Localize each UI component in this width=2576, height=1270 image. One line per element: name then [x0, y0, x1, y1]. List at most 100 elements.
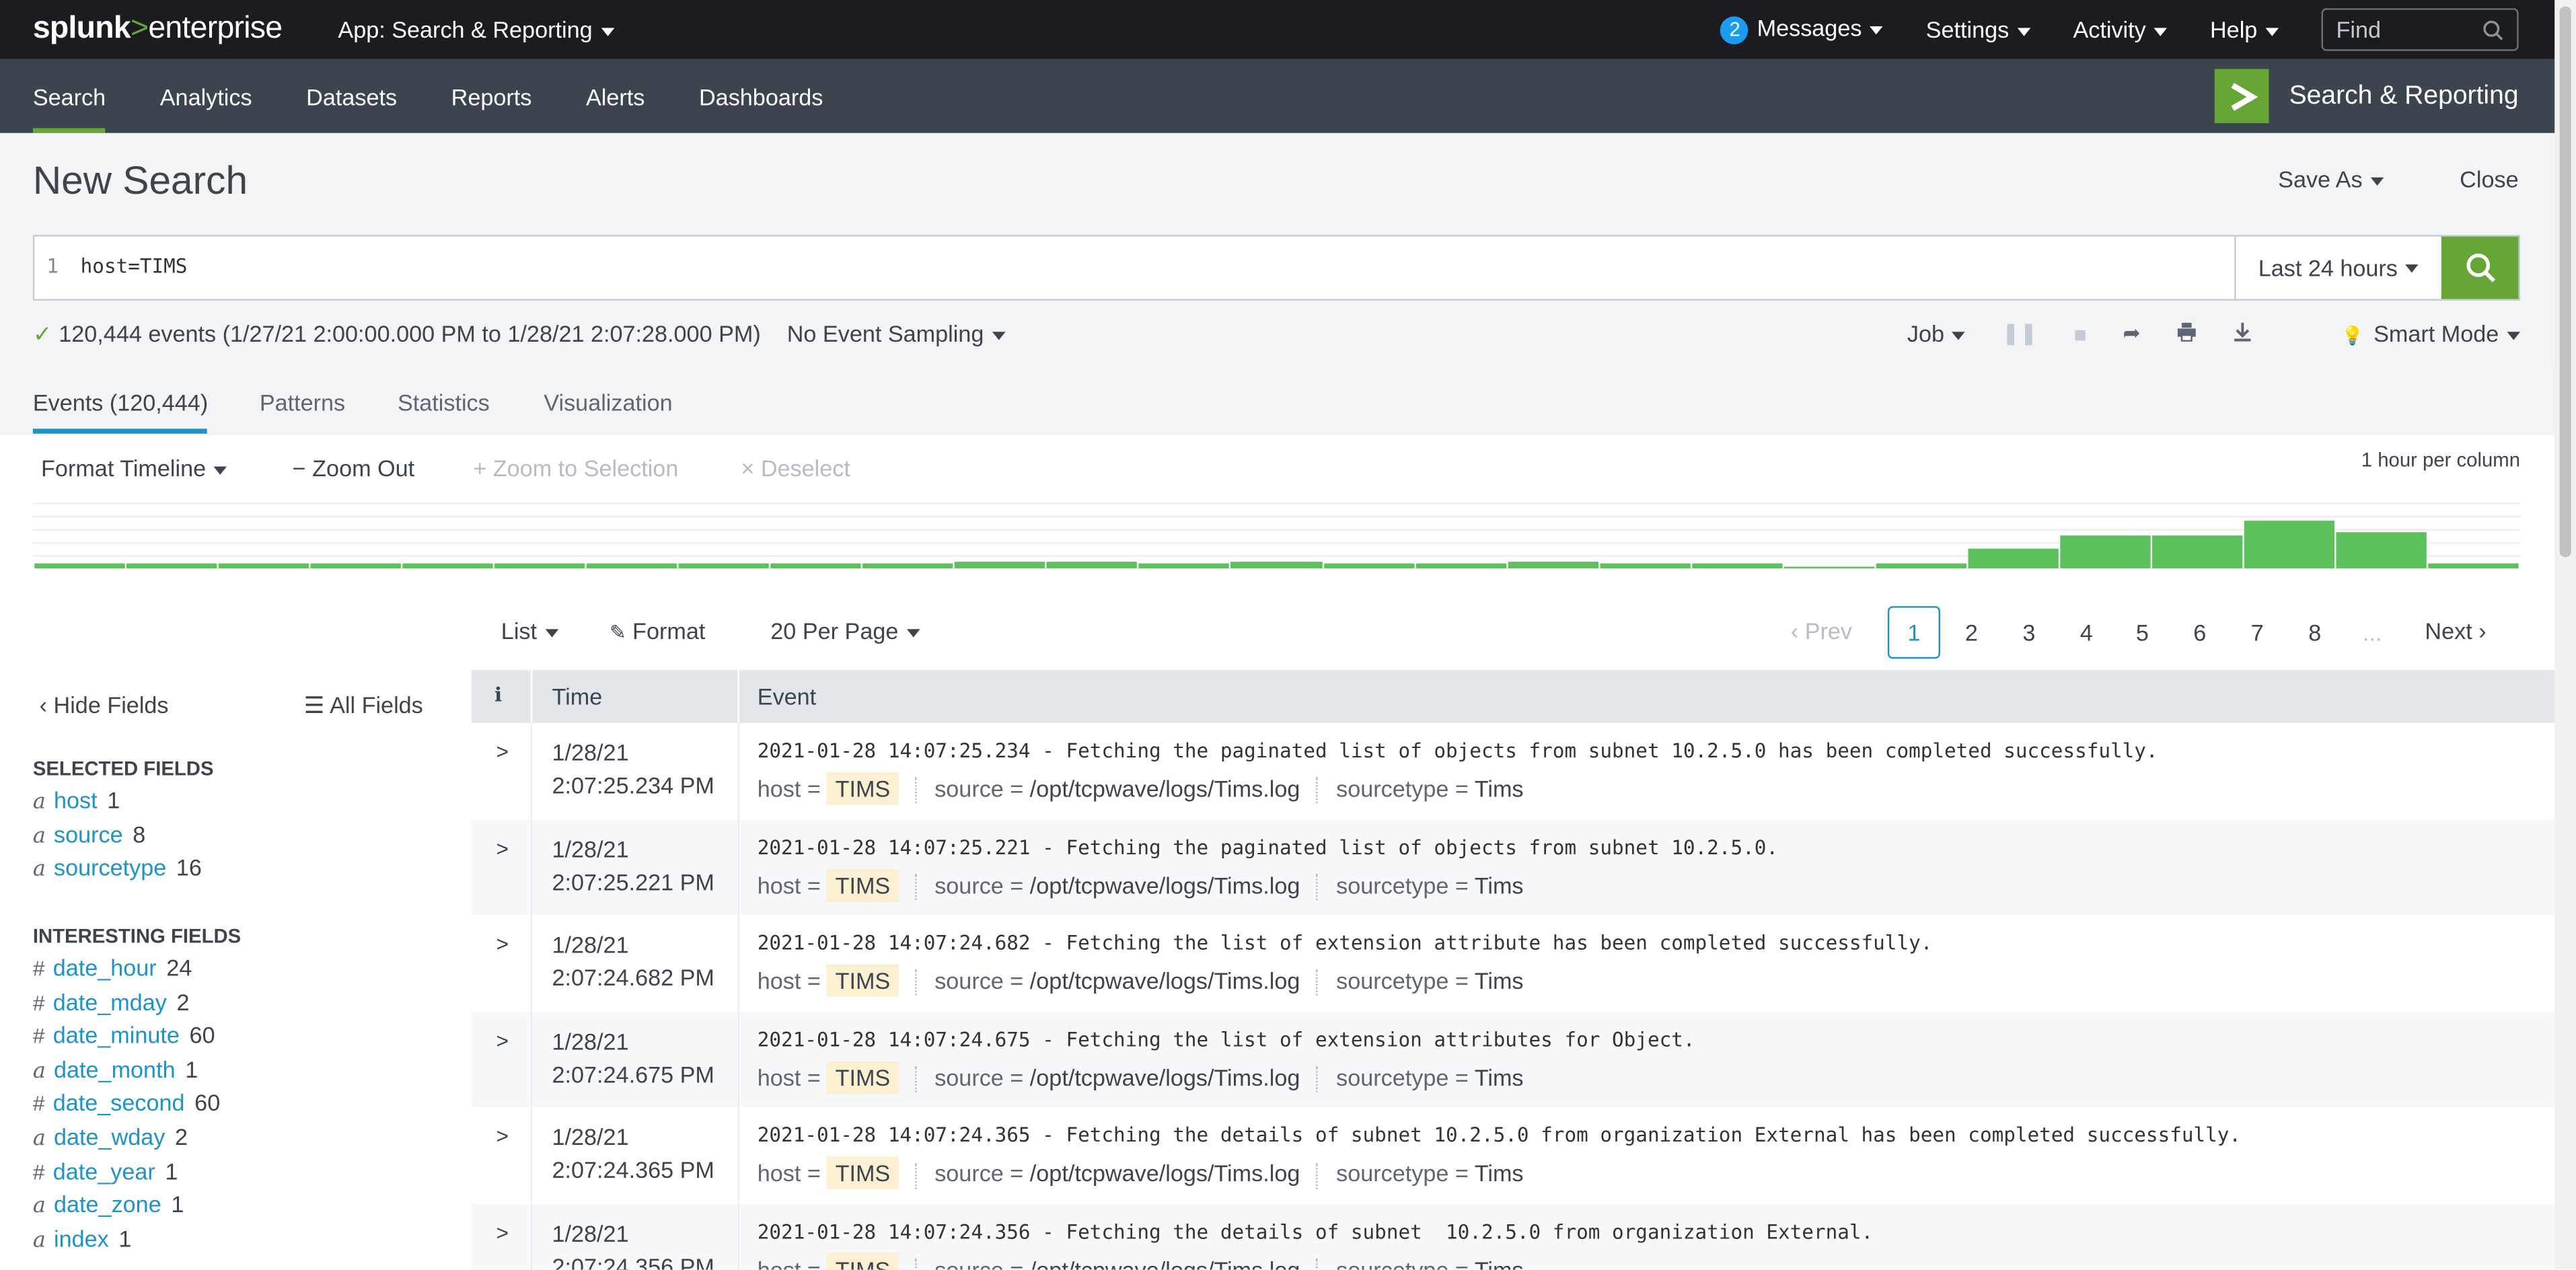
page-4[interactable]: 4 — [2060, 606, 2112, 659]
format-timeline-menu[interactable]: Format Timeline — [41, 455, 227, 482]
list-view-menu[interactable]: List — [501, 618, 558, 644]
tab-datasets[interactable]: Datasets — [306, 59, 397, 133]
timeline-bar[interactable] — [1323, 564, 1414, 568]
timeline-bar[interactable] — [1507, 562, 1598, 568]
app-menu[interactable]: App: Search & Reporting — [338, 16, 614, 42]
page-6[interactable]: 6 — [2174, 606, 2226, 659]
share-icon[interactable]: ➦ — [2123, 320, 2141, 346]
event-raw-text[interactable]: 2021-01-28 14:07:24.365 - Fetching the d… — [758, 1124, 2241, 1147]
host-value[interactable]: TIMS — [827, 964, 899, 998]
host-value[interactable]: TIMS — [827, 1157, 899, 1190]
activity-menu[interactable]: Activity — [2073, 16, 2168, 42]
tab-reports[interactable]: Reports — [451, 59, 532, 133]
source-value[interactable]: /opt/tcpwave/logs/Tims.log — [1030, 1064, 1300, 1090]
format-button[interactable]: ✎ Format — [610, 618, 705, 644]
source-value[interactable]: /opt/tcpwave/logs/Tims.log — [1030, 968, 1300, 994]
save-as-button[interactable]: Save As — [2278, 166, 2384, 192]
timeline-bar[interactable] — [678, 564, 770, 568]
host-value[interactable]: TIMS — [827, 1253, 899, 1270]
chevron-right-icon[interactable]: > — [496, 1028, 509, 1053]
timeline-bar[interactable] — [862, 564, 953, 568]
tab-search[interactable]: Search — [32, 59, 107, 133]
sourcetype-value[interactable]: Tims — [1475, 872, 1524, 898]
host-value[interactable]: TIMS — [827, 772, 899, 805]
search-button[interactable] — [2441, 236, 2519, 299]
field-host[interactable]: a host 1 — [33, 787, 120, 815]
timeline-histogram[interactable] — [32, 502, 2521, 568]
timeline-bar[interactable] — [2429, 564, 2519, 568]
timeline-bar[interactable] — [1231, 562, 1322, 568]
timeline-bar[interactable] — [1139, 564, 1230, 568]
event-raw-text[interactable]: 2021-01-28 14:07:25.221 - Fetching the p… — [758, 835, 1778, 858]
sourcetype-value[interactable]: Tims — [1475, 968, 1524, 994]
chevron-right-icon[interactable]: > — [496, 835, 509, 860]
job-menu[interactable]: Job — [1907, 320, 1966, 346]
splunk-logo[interactable]: splunk>enterprise — [33, 11, 283, 48]
hide-fields-button[interactable]: ‹ Hide Fields — [40, 692, 169, 718]
timeline-bar[interactable] — [2336, 532, 2427, 568]
timeline-bar[interactable] — [125, 564, 217, 568]
field-source[interactable]: a source 8 — [33, 821, 146, 849]
timeline-bar[interactable] — [955, 562, 1045, 568]
field-date_minute[interactable]: # date_minute 60 — [33, 1022, 215, 1048]
source-value[interactable]: /opt/tcpwave/logs/Tims.log — [1030, 776, 1300, 802]
event-raw-text[interactable]: 2021-01-28 14:07:24.356 - Fetching the d… — [758, 1220, 1873, 1243]
page-3[interactable]: 3 — [2003, 606, 2055, 659]
timeline-bar[interactable] — [217, 564, 309, 568]
timeline-bar[interactable] — [494, 564, 585, 568]
event-raw-text[interactable]: 2021-01-28 14:07:24.675 - Fetching the l… — [758, 1028, 1695, 1051]
messages-menu[interactable]: 2 Messages — [1720, 15, 1884, 44]
timeline-bar[interactable] — [309, 564, 401, 568]
source-value[interactable]: /opt/tcpwave/logs/Tims.log — [1030, 872, 1300, 898]
timeline-bar[interactable] — [770, 564, 861, 568]
chevron-right-icon[interactable]: > — [496, 739, 509, 764]
timeline-bar[interactable] — [1047, 562, 1138, 568]
event-sampling-menu[interactable]: No Event Sampling — [787, 320, 1006, 346]
chevron-right-icon[interactable]: > — [496, 1124, 509, 1149]
tab-visualization[interactable]: Visualization — [544, 389, 672, 416]
timeline-bar[interactable] — [1415, 564, 1506, 568]
field-date_wday[interactable]: a date_wday 2 — [33, 1123, 188, 1152]
tab-dashboards[interactable]: Dashboards — [699, 59, 823, 133]
help-menu[interactable]: Help — [2210, 16, 2279, 42]
timeline-bar[interactable] — [2244, 520, 2335, 568]
page-2[interactable]: 2 — [1945, 606, 1997, 659]
settings-menu[interactable]: Settings — [1926, 16, 2030, 42]
field-date_year[interactable]: # date_year 1 — [33, 1158, 178, 1184]
field-date_mday[interactable]: # date_mday 2 — [33, 988, 190, 1014]
search-mode-menu[interactable]: 💡 Smart Mode — [2341, 320, 2521, 346]
tab-events[interactable]: Events (120,444) — [33, 389, 208, 416]
field-index[interactable]: a index 1 — [33, 1225, 132, 1253]
tab-analytics[interactable]: Analytics — [160, 59, 252, 133]
chevron-right-icon[interactable]: > — [496, 1220, 509, 1245]
find-input[interactable]: Find — [2321, 8, 2519, 51]
timeline-bar[interactable] — [1876, 564, 1967, 568]
pause-icon[interactable]: ❚❚ — [2002, 320, 2038, 346]
stop-icon[interactable]: ■ — [2073, 321, 2086, 346]
zoom-to-selection-button[interactable]: + Zoom to Selection — [473, 455, 678, 481]
page-8[interactable]: 8 — [2289, 606, 2341, 659]
tab-patterns[interactable]: Patterns — [260, 389, 345, 416]
field-sourcetype[interactable]: a sourcetype 16 — [33, 854, 202, 883]
timeline-bar[interactable] — [34, 564, 124, 568]
page-1[interactable]: 1 — [1887, 606, 1941, 659]
field-date_hour[interactable]: # date_hour 24 — [33, 955, 192, 981]
page-5[interactable]: 5 — [2116, 606, 2168, 659]
per-page-menu[interactable]: 20 Per Page — [770, 618, 920, 644]
sourcetype-value[interactable]: Tims — [1475, 1257, 1524, 1270]
timeline-bar[interactable] — [402, 564, 493, 568]
deselect-button[interactable]: × Deselect — [741, 455, 850, 481]
field-date_second[interactable]: # date_second 60 — [33, 1090, 220, 1116]
print-icon[interactable] — [2177, 321, 2197, 346]
time-column-header[interactable]: Time — [552, 683, 603, 710]
app-brand[interactable]: Search & Reporting — [2215, 69, 2519, 124]
next-page-button[interactable]: Next › — [2425, 618, 2486, 644]
timeline-bar[interactable] — [2152, 534, 2243, 568]
chevron-right-icon[interactable]: > — [496, 932, 509, 957]
search-query-input[interactable]: host=TIMS — [71, 237, 2234, 299]
timeline-bar[interactable] — [1599, 564, 1691, 568]
host-value[interactable]: TIMS — [827, 1061, 899, 1094]
prev-page-button[interactable]: ‹ Prev — [1791, 618, 1852, 644]
sourcetype-value[interactable]: Tims — [1475, 776, 1524, 802]
event-raw-text[interactable]: 2021-01-28 14:07:25.234 - Fetching the p… — [758, 739, 2158, 762]
